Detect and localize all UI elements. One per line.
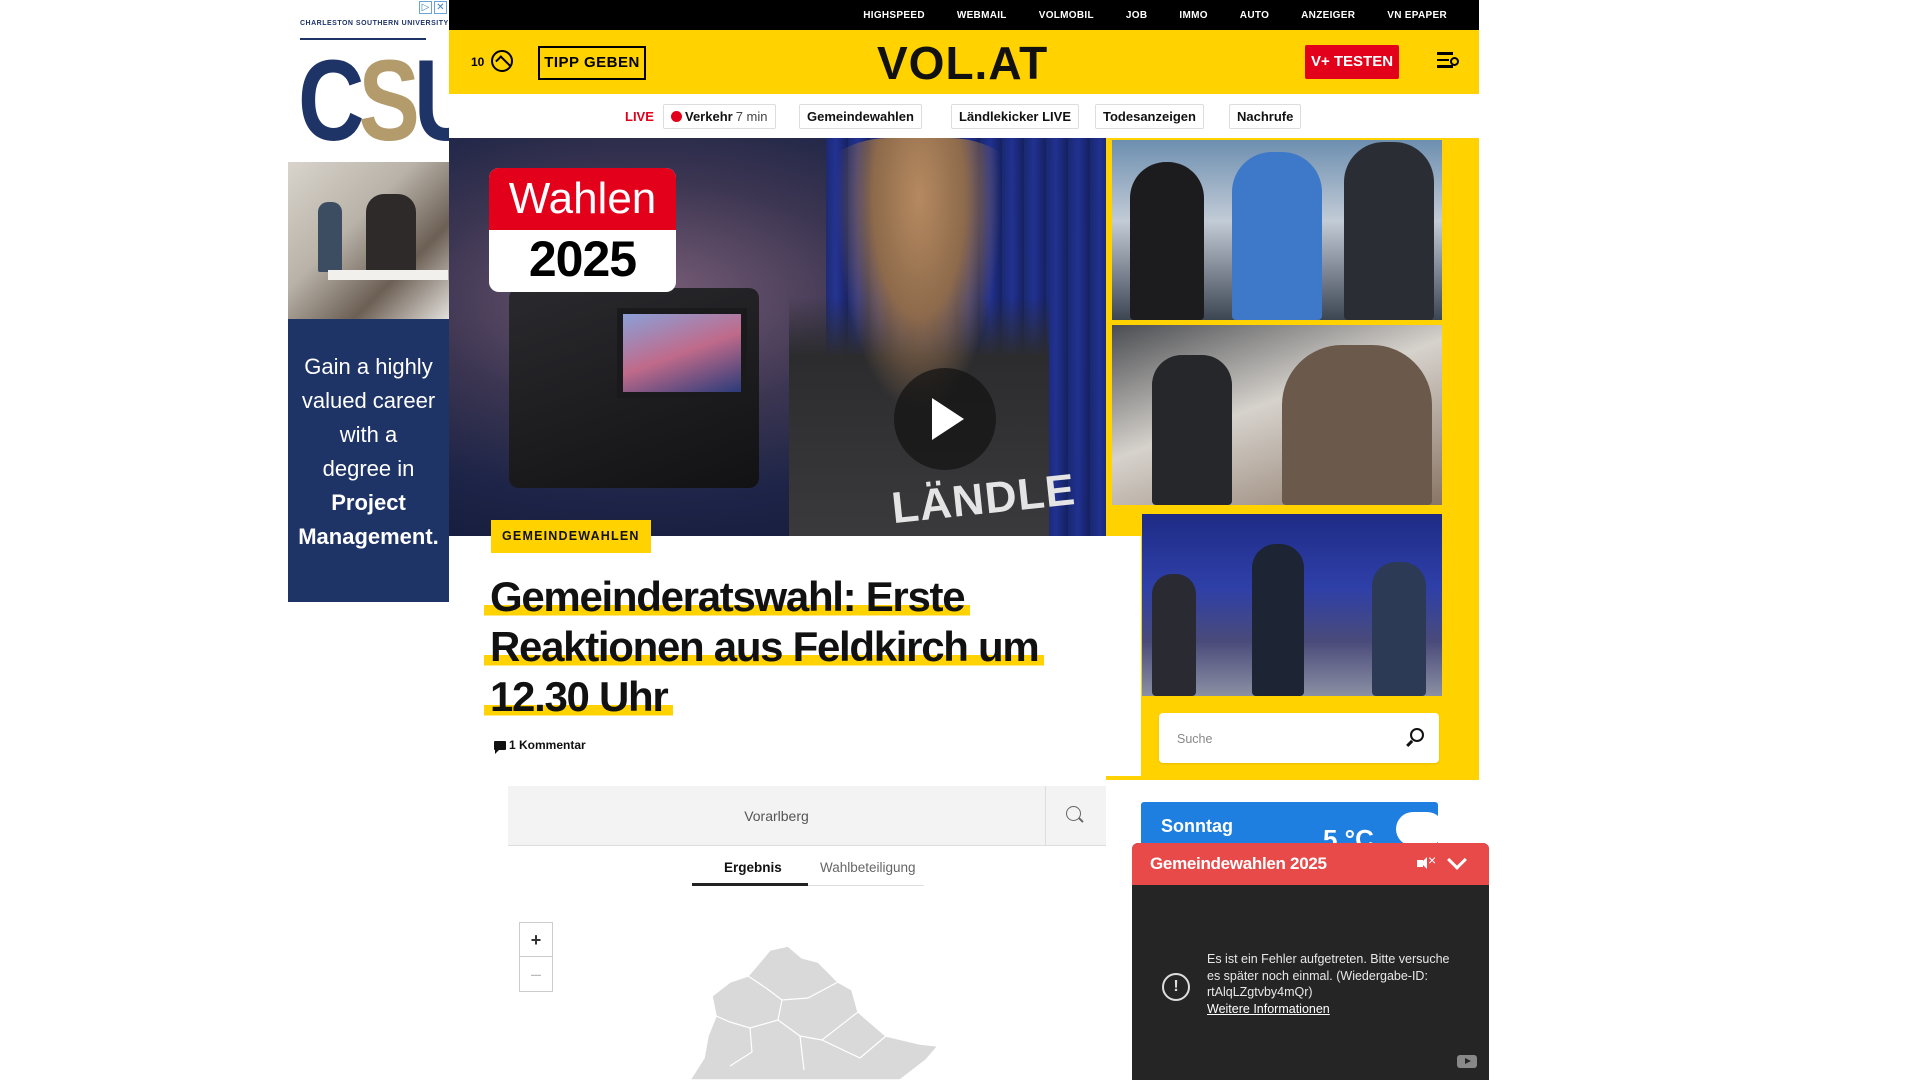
ad-copy-line: Gain a highly [304, 354, 433, 379]
site-header: 10 TIPP GEBEN VOL.AT V+ TESTEN [449, 30, 1479, 94]
ad-copy: Gain a highly valued career with a degre… [288, 350, 449, 554]
active-tab-indicator [692, 883, 808, 886]
menu-search-icon[interactable] [1437, 52, 1461, 72]
ad-logo-c: C [298, 37, 364, 165]
ad-logo: CSU [298, 36, 449, 167]
ad-copy-line: Project [331, 490, 406, 515]
service-link-volmobil[interactable]: VOLMOBIL [1023, 10, 1110, 21]
ad-copy-line: valued career [301, 388, 436, 413]
service-link-immo[interactable]: IMMO [1163, 10, 1223, 21]
sidebar-search-field[interactable]: Suche [1159, 713, 1439, 763]
search-icon[interactable] [1405, 728, 1424, 746]
region-value[interactable]: Vorarlberg [508, 808, 1045, 824]
comment-count[interactable]: 1 Kommentar [494, 738, 586, 754]
mute-icon[interactable] [1417, 852, 1439, 872]
zoom-in-button[interactable]: + [520, 923, 552, 957]
service-link-webmail[interactable]: WEBMAIL [941, 10, 1023, 21]
comment-icon [494, 741, 506, 754]
ad-close-icon[interactable]: ✕ [434, 1, 447, 14]
play-icon[interactable] [894, 368, 996, 470]
tipp-geben-button[interactable]: TIPP GEBEN [538, 46, 646, 80]
camera-monitor-image [617, 308, 747, 398]
notification-count[interactable]: 10 [471, 55, 484, 69]
ad-logo-s: S [358, 37, 419, 165]
wahlen-2025-badge: Wahlen 2025 [489, 168, 676, 292]
topic-nav: LIVE Verkehr 7 min Gemeindewahlen Ländlek… [449, 94, 1479, 138]
service-nav-bar: HIGHSPEED WEBMAIL VOLMOBIL JOB IMMO AUTO… [449, 0, 1479, 30]
youtube-icon[interactable] [1457, 1055, 1477, 1068]
clock-icon[interactable] [491, 50, 513, 72]
adchoices-controls[interactable]: ▷ ✕ [419, 1, 447, 14]
service-link-job[interactable]: JOB [1110, 10, 1163, 21]
tab-wahlbeteiligung[interactable]: Wahlbeteiligung [820, 860, 916, 875]
cloud-icon [1396, 812, 1438, 846]
service-link-anzeiger[interactable]: ANZEIGER [1285, 10, 1371, 21]
service-link-highspeed[interactable]: HIGHSPEED [847, 10, 941, 21]
service-link-auto[interactable]: AUTO [1224, 10, 1285, 21]
verkehr-time: 7 min [735, 109, 768, 124]
article-headline[interactable]: Gemeinderatswahl: Erste Reaktionen aus F… [484, 572, 1094, 722]
ad-copy-line: Management. [298, 524, 439, 549]
topic-pill-nachrufe[interactable]: Nachrufe [1229, 104, 1302, 129]
live-label: LIVE [625, 109, 654, 124]
video-error-message: Es ist ein Fehler aufgetreten. Bitte ver… [1207, 952, 1450, 1016]
hero-video-thumbnail[interactable]: Wahlen 2025 LÄNDLE TV [449, 138, 1106, 536]
ad-copy-line: with a [339, 422, 398, 447]
search-icon[interactable] [1066, 806, 1084, 824]
teaser-image-newsroom[interactable] [1112, 325, 1442, 505]
topic-pill-laendlekicker-live[interactable]: Ländlekicker LIVE [951, 104, 1079, 129]
video-popup-title: Gemeindewahlen 2025 [1150, 854, 1327, 873]
ad-logo-u: U [414, 37, 449, 165]
map-zoom-controls: + – [519, 922, 553, 992]
result-tabs: Ergebnis Wahlbeteiligung [692, 852, 924, 886]
advertisement-banner[interactable]: ▷ ✕ CHARLESTON SOUTHERN UNIVERSITY CSU G… [288, 0, 449, 602]
service-link-vn-epaper[interactable]: VN EPAPER [1371, 10, 1463, 21]
topic-pill-todesanzeigen[interactable]: Todesanzeigen [1095, 104, 1204, 129]
teaser-image-candidates[interactable] [1112, 140, 1442, 320]
region-selector[interactable]: Vorarlberg [508, 786, 1106, 846]
error-icon: ! [1162, 973, 1190, 1001]
live-dot-icon [671, 111, 682, 122]
search-placeholder: Suche [1177, 732, 1213, 746]
site-logo[interactable]: VOL.AT [877, 36, 1048, 90]
tab-ergebnis[interactable]: Ergebnis [724, 860, 782, 875]
chevron-down-icon[interactable] [1447, 850, 1467, 870]
zoom-out-button[interactable]: – [520, 957, 552, 991]
topic-pill-gemeindewahlen[interactable]: Gemeindewahlen [799, 104, 922, 129]
video-player-popup[interactable]: Gemeindewahlen 2025 ! Es ist ein Fehler … [1132, 843, 1489, 1080]
ad-copy-line: degree in [322, 456, 415, 481]
ad-logo-area: ▷ ✕ CHARLESTON SOUTHERN UNIVERSITY CSU [288, 0, 449, 170]
vorarlberg-map[interactable] [690, 940, 950, 1080]
more-info-link[interactable]: Weitere Informationen [1207, 1002, 1330, 1016]
weather-day: Sonntag [1161, 816, 1233, 836]
video-popup-header: Gemeindewahlen 2025 [1132, 843, 1489, 885]
ad-photo [288, 162, 449, 319]
teaser-image-studio[interactable] [1142, 514, 1442, 696]
vplus-test-button[interactable]: V+ TESTEN [1305, 45, 1399, 79]
ad-university-name: CHARLESTON SOUTHERN UNIVERSITY [300, 20, 449, 27]
category-tag[interactable]: GEMEINDEWAHLEN [491, 520, 651, 553]
adchoices-icon[interactable]: ▷ [419, 1, 432, 14]
topic-pill-verkehr[interactable]: Verkehr 7 min [663, 104, 776, 129]
